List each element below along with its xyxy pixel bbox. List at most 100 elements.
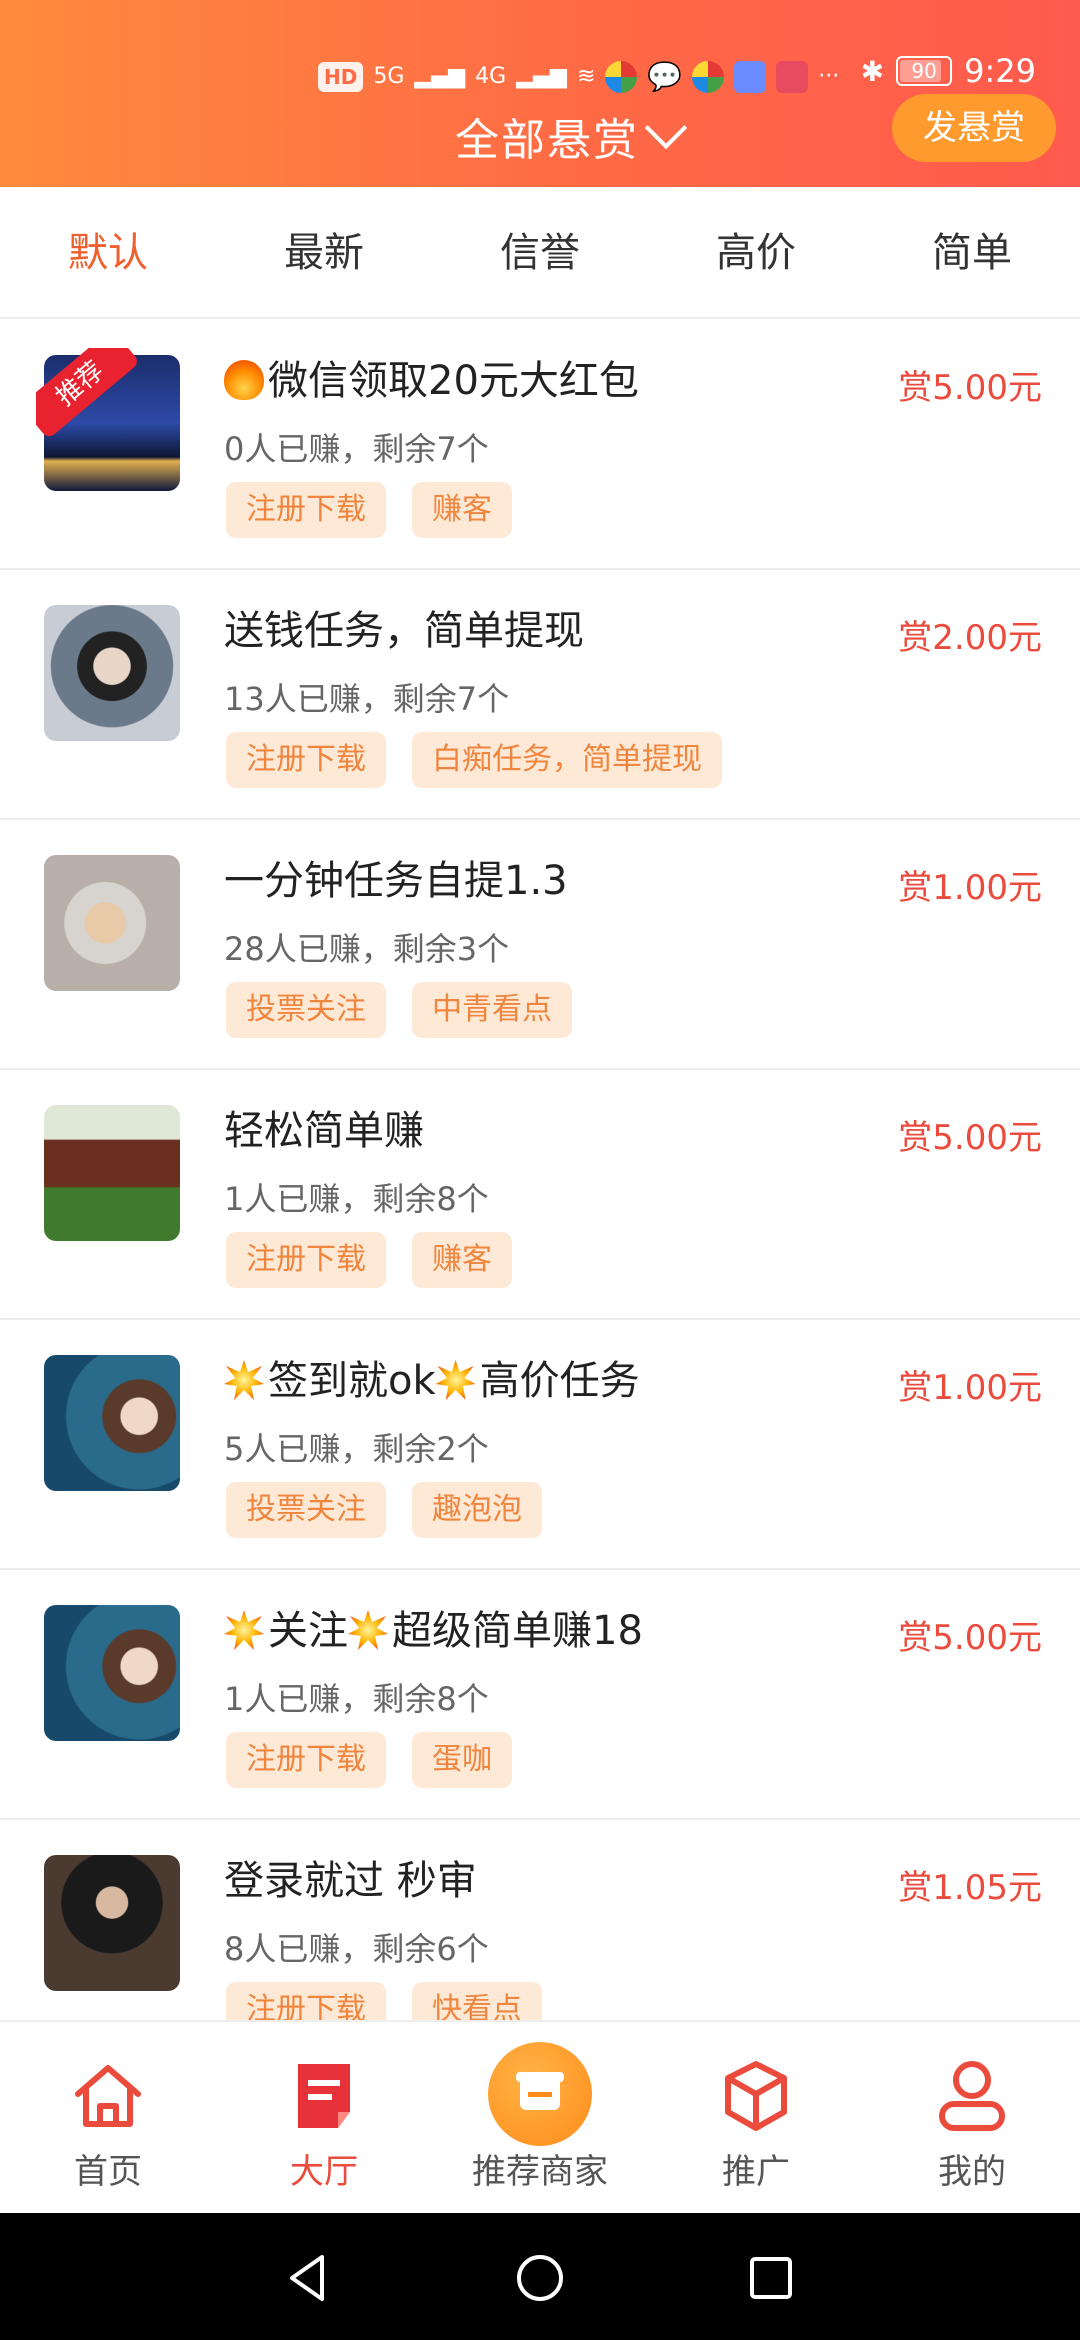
- task-tag: 快看点: [412, 1982, 542, 2020]
- signal-bars-icon: ▂▄▆: [414, 64, 466, 89]
- back-icon[interactable]: [284, 2253, 334, 2303]
- task-item[interactable]: 登录就过 秒审 8人已赚，剩余6个 注册下载 快看点 赏1.05元: [0, 1820, 1080, 2020]
- task-progress: 1人已赚，剩余8个: [224, 1680, 489, 1718]
- tab-newest[interactable]: 最新: [216, 187, 432, 317]
- task-item[interactable]: 签到就ok 高价任务 5人已赚，剩余2个 投票关注 趣泡泡 赏1.00元: [0, 1320, 1080, 1570]
- bottom-nav: 首页 大厅 推荐商家 推广 我的: [0, 2020, 1080, 2213]
- task-tag: 蛋咖: [412, 1732, 512, 1788]
- music-icon: [734, 60, 767, 93]
- task-progress: 13人已赚，剩余7个: [224, 680, 510, 718]
- fire-icon: [224, 360, 264, 400]
- clock: 9:29: [964, 52, 1036, 90]
- task-tags: 注册下载 白痴任务，简单提现: [226, 732, 722, 788]
- recommended-badge-label: 推荐: [36, 348, 141, 440]
- task-item[interactable]: 推荐 微信领取20元大红包 0人已赚，剩余7个 注册下载 赚客 赏5.00元: [0, 320, 1080, 570]
- task-item[interactable]: 送钱任务，简单提现 13人已赚，剩余7个 注册下载 白痴任务，简单提现 赏2.0…: [0, 570, 1080, 820]
- filter-dropdown[interactable]: 全部悬赏: [455, 104, 688, 168]
- task-progress: 1人已赚，剩余8个: [224, 1180, 489, 1218]
- task-tag: 中青看点: [412, 982, 572, 1038]
- task-tag: 趣泡泡: [412, 1482, 542, 1538]
- home-icon: [75, 2065, 141, 2127]
- signal-5g-icon: 5G: [373, 64, 405, 89]
- nav-promote[interactable]: 推广: [648, 2022, 864, 2213]
- task-tags: 注册下载 快看点: [226, 1982, 542, 2020]
- status-right: ✱ 90 9:29: [861, 52, 1036, 90]
- tab-high-price[interactable]: 高价: [648, 187, 864, 317]
- task-thumbnail: [44, 1605, 180, 1741]
- task-tag: 投票关注: [226, 982, 386, 1038]
- nav-recommended-merchants[interactable]: 推荐商家: [432, 2022, 648, 2213]
- nav-label: 推广: [722, 2152, 790, 2192]
- home-circle-icon[interactable]: [515, 2253, 565, 2303]
- task-tags: 注册下载 蛋咖: [226, 1732, 512, 1788]
- task-thumbnail: [44, 1855, 180, 1991]
- task-list[interactable]: 推荐 微信领取20元大红包 0人已赚，剩余7个 注册下载 赚客 赏5.00元 送…: [0, 320, 1080, 2020]
- task-thumbnail: [44, 1105, 180, 1241]
- app-header: HD 5G ▂▄▆ 4G ▂▄▆ ≋ 💬 ··· ✱ 90 9:29 全部悬赏 …: [0, 0, 1080, 187]
- battery-icon: 90: [896, 56, 953, 86]
- explosion-icon: [348, 1610, 388, 1650]
- message-icon: 💬: [647, 60, 683, 93]
- post-reward-button[interactable]: 发悬赏: [892, 94, 1056, 162]
- task-tag: 白痴任务，简单提现: [412, 732, 722, 788]
- shop-icon: [488, 2042, 592, 2146]
- user-icon: [939, 2061, 1005, 2131]
- task-tag: 注册下载: [226, 1982, 386, 2020]
- task-reward: 赏5.00元: [898, 368, 1042, 408]
- task-title: 关注 超级简单赚18: [224, 1598, 643, 1656]
- nav-label: 推荐商家: [472, 2152, 608, 2192]
- task-title-text: 微信领取20元大红包: [268, 358, 639, 404]
- status-icons: HD 5G ▂▄▆ 4G ▂▄▆ ≋ 💬 ···: [318, 60, 839, 93]
- task-tag: 注册下载: [226, 482, 386, 538]
- task-progress: 8人已赚，剩余6个: [224, 1930, 489, 1968]
- task-item[interactable]: 关注 超级简单赚18 1人已赚，剩余8个 注册下载 蛋咖 赏5.00元: [0, 1570, 1080, 1820]
- task-reward: 赏1.05元: [898, 1868, 1042, 1908]
- bluetooth-icon: ✱: [860, 54, 885, 88]
- hall-icon: [298, 2064, 350, 2128]
- recents-icon[interactable]: [746, 2253, 796, 2303]
- task-title: 送钱任务，简单提现: [224, 608, 584, 654]
- task-progress: 28人已赚，剩余3个: [224, 930, 510, 968]
- task-title: 签到就ok 高价任务: [224, 1348, 640, 1406]
- task-progress: 0人已赚，剩余7个: [224, 430, 489, 468]
- filter-dropdown-label: 全部悬赏: [455, 115, 639, 166]
- tab-simple[interactable]: 简单: [864, 187, 1080, 317]
- nav-profile[interactable]: 我的: [864, 2022, 1080, 2213]
- task-tags: 投票关注 趣泡泡: [226, 1482, 542, 1538]
- system-nav-bar: [0, 2213, 1080, 2340]
- task-tag: 注册下载: [226, 1232, 386, 1288]
- task-title-text: 超级简单赚18: [392, 1608, 643, 1654]
- task-tags: 投票关注 中青看点: [226, 982, 572, 1038]
- task-thumbnail: [44, 855, 180, 991]
- task-tags: 注册下载 赚客: [226, 1232, 512, 1288]
- task-tag: 注册下载: [226, 732, 386, 788]
- task-reward: 赏2.00元: [898, 618, 1042, 658]
- battery-level: 90: [911, 59, 937, 83]
- tab-reputation[interactable]: 信誉: [432, 187, 648, 317]
- task-item[interactable]: 一分钟任务自提1.3 28人已赚，剩余3个 投票关注 中青看点 赏1.00元: [0, 820, 1080, 1070]
- huawei-icon: [776, 60, 809, 93]
- explosion-icon: [435, 1360, 476, 1400]
- task-progress: 5人已赚，剩余2个: [224, 1430, 489, 1468]
- task-tag: 赚客: [412, 1232, 512, 1288]
- nav-hall[interactable]: 大厅: [216, 2022, 432, 2213]
- task-title: 轻松简单赚: [224, 1108, 424, 1154]
- recommended-badge: 推荐: [36, 348, 146, 448]
- more-icon: ···: [818, 64, 840, 89]
- signal-bars-icon-2: ▂▄▆: [516, 64, 567, 89]
- task-title-text: 高价任务: [479, 1358, 640, 1404]
- task-title-text: 签到就ok: [268, 1358, 436, 1404]
- nav-label: 首页: [74, 2152, 142, 2192]
- task-reward: 赏5.00元: [898, 1118, 1042, 1158]
- sort-tabs: 默认 最新 信誉 高价 简单: [0, 187, 1080, 319]
- nav-home[interactable]: 首页: [0, 2022, 216, 2213]
- app-notification-icon-2: [692, 60, 725, 93]
- chevron-down-icon: [644, 106, 688, 150]
- task-reward: 赏1.00元: [898, 1368, 1042, 1408]
- cube-icon: [725, 2061, 787, 2131]
- task-title: 微信领取20元大红包: [224, 348, 639, 406]
- nav-label: 我的: [938, 2152, 1006, 2192]
- task-tag: 投票关注: [226, 1482, 386, 1538]
- task-item[interactable]: 轻松简单赚 1人已赚，剩余8个 注册下载 赚客 赏5.00元: [0, 1070, 1080, 1320]
- tab-default[interactable]: 默认: [0, 187, 216, 317]
